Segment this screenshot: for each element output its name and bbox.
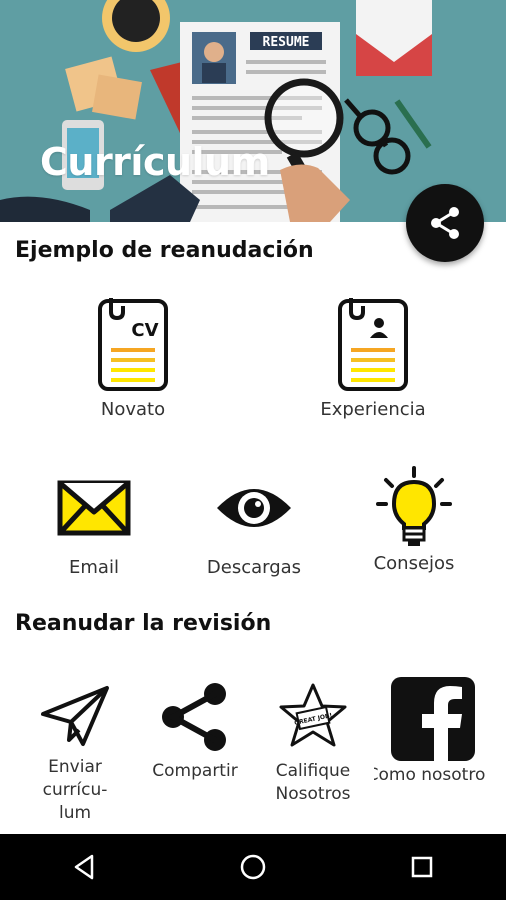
tile-label: Experiencia — [320, 399, 426, 420]
section-title-examples: Ejemplo de reanudación — [15, 238, 314, 263]
share-icon — [431, 207, 459, 239]
tile-label: Email — [69, 557, 119, 578]
tile-label: Califique Nosotros — [276, 760, 351, 806]
facebook-icon — [391, 677, 475, 762]
tile-rate-us[interactable]: GREAT JOB! Califique Nosotros — [258, 682, 368, 806]
system-navigation-bar — [0, 834, 506, 900]
share-fab-button[interactable] — [406, 184, 484, 262]
tile-novato[interactable]: CV Novato — [68, 296, 198, 422]
resume-stamp: RESUME — [263, 35, 310, 50]
cv-text: CV — [131, 320, 158, 341]
tile-like-us[interactable]: Como nosotro — [374, 676, 492, 787]
tile-label-line: currícu- — [42, 780, 108, 800]
tile-descargas[interactable]: Descargas — [194, 478, 314, 580]
nav-recents-button[interactable] — [392, 837, 452, 897]
app-title: Currículum — [40, 140, 270, 184]
recents-icon — [411, 856, 432, 878]
star-badge-icon: GREAT JOB! — [279, 683, 347, 747]
tile-label: Enviar currícu- lum — [43, 756, 108, 825]
tile-label-line: Enviar — [48, 757, 102, 777]
tile-label: Novato — [100, 399, 166, 420]
eye-icon — [217, 489, 291, 527]
cv-document-icon: CV — [98, 298, 168, 391]
tile-share[interactable]: Compartir — [140, 682, 250, 783]
tile-label-line: Nosotros — [275, 784, 351, 804]
tile-label-line: Califique — [275, 761, 351, 781]
nav-home-button[interactable] — [223, 837, 283, 897]
nav-back-button[interactable] — [54, 837, 114, 897]
tile-send-resume[interactable]: Enviar currícu- lum — [20, 684, 130, 825]
tile-label-line: lum — [58, 803, 92, 823]
share-icon — [162, 683, 226, 751]
tile-label: Como nosotro — [374, 765, 486, 785]
tile-label: Compartir — [152, 761, 238, 781]
home-icon — [240, 854, 266, 880]
tile-consejos[interactable]: Consejos — [354, 466, 474, 576]
back-icon — [75, 854, 94, 880]
lightbulb-icon — [376, 466, 452, 546]
profile-document-icon — [338, 298, 408, 391]
envelope-icon — [57, 480, 131, 536]
section-title-review: Reanudar la revisión — [15, 611, 272, 636]
tile-label: Consejos — [373, 553, 455, 574]
paper-plane-icon — [41, 686, 109, 746]
tile-label: Descargas — [206, 557, 302, 578]
tile-email[interactable]: Email — [34, 478, 154, 580]
tile-experiencia[interactable]: Experiencia — [308, 296, 438, 422]
